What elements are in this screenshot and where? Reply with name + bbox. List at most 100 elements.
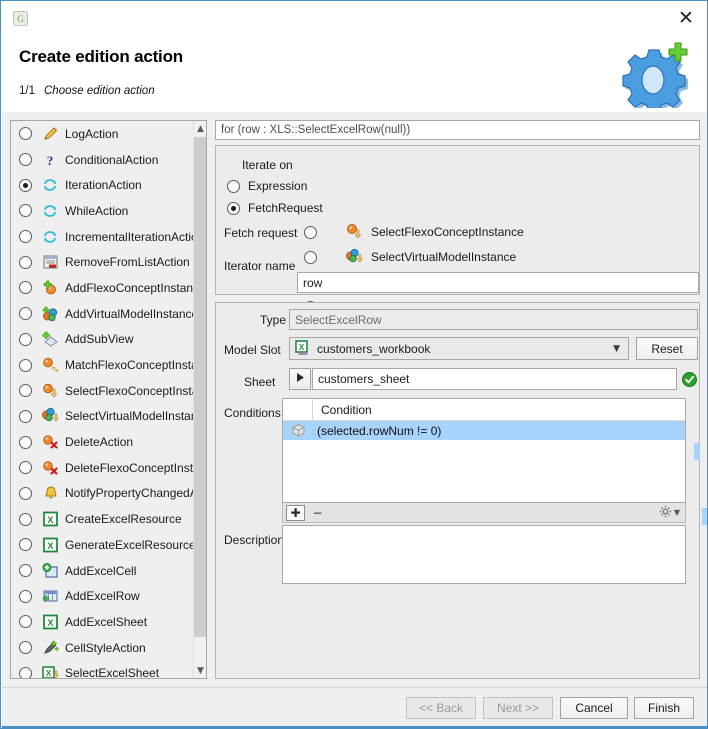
list-item[interactable]: NotifyPropertyChangedActi‹ — [11, 481, 194, 507]
action-radio[interactable] — [19, 435, 32, 449]
action-radio[interactable] — [19, 255, 32, 269]
bell-icon — [42, 485, 60, 501]
list-item[interactable]: IterationAction — [11, 172, 194, 198]
conditions-toolbar: ✚ − ▼ — [282, 503, 686, 523]
action-radio[interactable] — [19, 615, 32, 629]
list-item[interactable]: ? ConditionalAction — [11, 147, 194, 173]
close-icon[interactable]: ✕ — [672, 6, 700, 30]
list-item[interactable]: RemoveFromListAction — [11, 249, 194, 275]
orange-blue-balls-down-icon — [42, 408, 60, 424]
list-item[interactable]: X AddExcelSheet — [11, 609, 194, 635]
action-type-list-items: LogAction? ConditionalAction IterationActi… — [11, 121, 194, 678]
sheet-play-button[interactable] — [289, 368, 311, 390]
list-item[interactable]: WhileAction — [11, 198, 194, 224]
orange-ball-delete-icon — [42, 460, 60, 476]
description-textarea[interactable] — [282, 525, 686, 584]
conditions-settings-button[interactable]: ▼ — [659, 505, 680, 521]
action-type-list[interactable]: LogAction? ConditionalAction IterationActi… — [10, 120, 207, 679]
excel-sheet-down-icon: X — [42, 665, 60, 678]
finish-button[interactable]: Finish — [634, 697, 694, 719]
list-item[interactable]: DeleteFlexoConceptInstanc‹ — [11, 455, 194, 481]
list-item-label: MatchFlexoConceptInstan‹ — [65, 358, 194, 373]
conditions-table-header: Condition — [283, 399, 685, 421]
expression-preview-field[interactable]: for (row : XLS::SelectExcelRow(null)) — [215, 120, 700, 140]
list-item[interactable]: AddSubView — [11, 327, 194, 353]
list-item[interactable]: AddExcelRow — [11, 583, 194, 609]
next-button[interactable]: Next >> — [483, 697, 553, 719]
svg-text:G: G — [17, 14, 24, 24]
action-radio[interactable] — [19, 461, 32, 475]
list-item[interactable]: DeleteAction — [11, 429, 194, 455]
action-radio[interactable] — [19, 512, 32, 526]
scrollbar-thumb[interactable] — [194, 137, 206, 637]
svg-text:X: X — [47, 515, 53, 525]
action-radio[interactable] — [19, 486, 32, 500]
remove-condition-button[interactable]: − — [308, 505, 327, 521]
question-mark-icon: ? — [42, 152, 60, 168]
list-item[interactable]: CellStyleAction — [11, 635, 194, 661]
action-radio[interactable] — [19, 281, 32, 295]
sheet-input[interactable]: customers_sheet — [312, 368, 677, 390]
fetch-option-selectvirtualmodelinstance[interactable]: SelectVirtualModelInstance — [304, 249, 516, 265]
list-item[interactable]: SelectVirtualModelInstance — [11, 404, 194, 430]
action-radio[interactable] — [19, 641, 32, 655]
fetch-option-label: SelectFlexoConceptInstance — [371, 225, 524, 239]
action-radio[interactable] — [19, 409, 32, 423]
action-radio[interactable] — [19, 538, 32, 552]
action-radio[interactable] — [19, 589, 32, 603]
radio-selectvirtualmodelinstance[interactable] — [304, 250, 317, 264]
list-item-label: ConditionalAction — [65, 152, 159, 167]
action-radio[interactable] — [19, 178, 32, 192]
action-radio[interactable] — [19, 358, 32, 372]
radio-selectflexoconceptinstance[interactable] — [304, 225, 317, 239]
action-radio[interactable] — [19, 666, 32, 678]
chevron-down-icon[interactable]: ▼ — [613, 344, 620, 354]
action-radio[interactable] — [19, 127, 32, 141]
step-number: 1/1 — [19, 85, 35, 97]
action-list-scrollbar[interactable]: ▲ ▼ — [193, 121, 206, 678]
list-item-label: DeleteAction — [65, 435, 134, 450]
title-bar: G ✕ — [2, 2, 707, 33]
add-condition-button[interactable]: ✚ — [286, 504, 305, 521]
table-row[interactable]: (selected.rowNum != 0) — [283, 421, 685, 440]
list-item[interactable]: X CreateExcelResource — [11, 506, 194, 532]
action-radio[interactable] — [19, 384, 32, 398]
model-slot-reset-button[interactable]: Reset — [636, 337, 698, 360]
selection-bleed-left — [694, 443, 700, 460]
model-slot-combo[interactable]: X customers_workbook ▼ — [289, 337, 629, 360]
play-triangle-icon — [295, 372, 306, 386]
radio-iterate-expression[interactable] — [227, 180, 240, 193]
list-item[interactable]: MatchFlexoConceptInstan‹ — [11, 352, 194, 378]
cancel-button[interactable]: Cancel — [560, 697, 628, 719]
fetch-option-selectflexoconceptinstance[interactable]: SelectFlexoConceptInstance — [304, 224, 524, 240]
back-button[interactable]: << Back — [406, 697, 476, 719]
label-iterate-expression: Expression — [248, 179, 308, 193]
scroll-up-arrow-icon[interactable]: ▲ — [194, 121, 206, 136]
list-item[interactable]: AddFlexoConceptInstance — [11, 275, 194, 301]
action-radio[interactable] — [19, 230, 32, 244]
excel-model-slot-icon: X — [295, 339, 310, 358]
caret-down-icon: ▼ — [673, 508, 680, 517]
list-item[interactable]: IncrementalIterationAction — [11, 224, 194, 250]
action-radio[interactable] — [19, 307, 32, 321]
radio-iterate-fetchrequest[interactable] — [227, 202, 240, 215]
scroll-down-arrow-icon[interactable]: ▼ — [194, 663, 206, 678]
svg-text:X: X — [46, 669, 52, 678]
list-item[interactable]: SelectFlexoConceptInstan‹ — [11, 378, 194, 404]
dialog-body: LogAction? ConditionalAction IterationActi… — [2, 112, 707, 687]
action-radio[interactable] — [19, 204, 32, 218]
action-radio[interactable] — [19, 564, 32, 578]
list-item[interactable]: AddExcelCell — [11, 558, 194, 584]
bottom-accent-bar — [2, 726, 707, 728]
list-item-label: AddVirtualModelInstance — [65, 306, 194, 321]
list-item[interactable]: X GenerateExcelResource — [11, 532, 194, 558]
action-radio[interactable] — [19, 153, 32, 167]
action-radio[interactable] — [19, 332, 32, 346]
list-item[interactable]: AddVirtualModelInstance — [11, 301, 194, 327]
iterator-name-input[interactable]: row — [297, 272, 699, 293]
list-item[interactable]: X SelectExcelSheet — [11, 660, 194, 678]
fetch-request-details-group: Type SelectExcelRow Model Slot X custome… — [215, 302, 700, 679]
list-item[interactable]: LogAction — [11, 121, 194, 147]
conditions-table[interactable]: Condition (selected.rowNum != 0) — [282, 398, 686, 503]
iterator-name-label: Iterator name — [224, 259, 296, 273]
